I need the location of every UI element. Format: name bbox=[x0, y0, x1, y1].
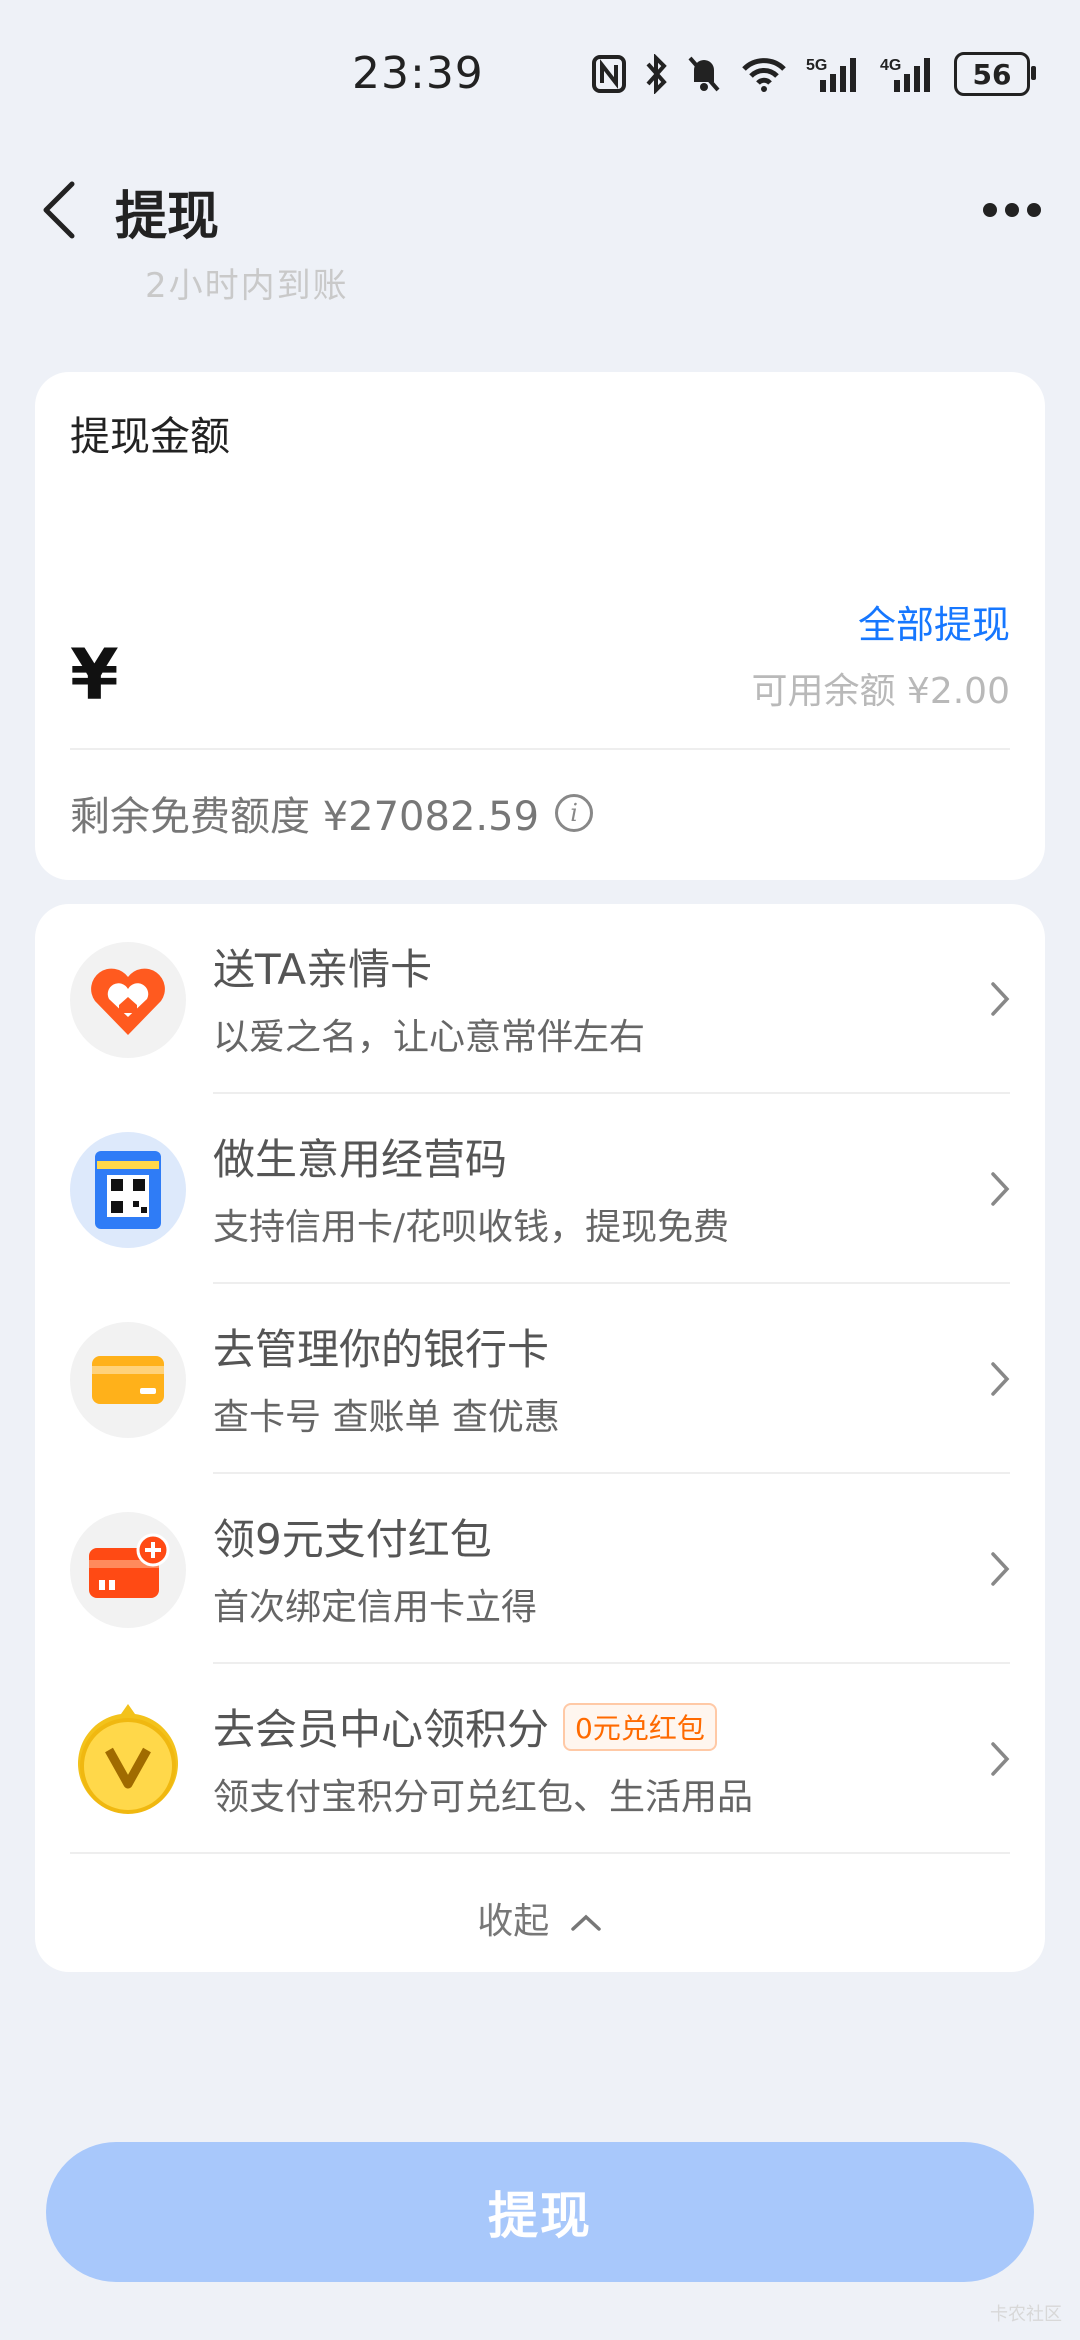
svg-text:4G: 4G bbox=[880, 57, 901, 74]
amount-input[interactable]: ¥ bbox=[70, 634, 119, 716]
amount-divider bbox=[70, 748, 1010, 750]
chevron-right-icon bbox=[985, 1736, 1015, 1782]
nfc-icon bbox=[592, 52, 626, 96]
wifi-icon bbox=[740, 52, 788, 96]
signal-4g-icon: 4G bbox=[880, 52, 936, 96]
item-subtitle: 查卡号 查账单 查优惠 bbox=[213, 1397, 560, 1438]
chevron-right-icon bbox=[985, 1166, 1015, 1212]
arrival-time-hint: 2小时内到账 bbox=[145, 266, 349, 306]
qr-code-icon bbox=[70, 1132, 186, 1248]
list-item-business-code[interactable]: 做生意用经营码 支持信用卡/花呗收钱，提现免费 bbox=[35, 1094, 1045, 1284]
svg-text:5G: 5G bbox=[806, 57, 827, 74]
free-quota-row: 剩余免费额度 ¥27082.59 i bbox=[70, 784, 594, 842]
info-icon[interactable]: i bbox=[555, 794, 594, 832]
bank-card-icon bbox=[70, 1322, 186, 1438]
item-title: 去会员中心领积分 0元兑红包 bbox=[213, 1696, 717, 1757]
list-item-red-packet[interactable]: 领9元支付红包 首次绑定信用卡立得 bbox=[35, 1474, 1045, 1664]
watermark: 卡农社区 bbox=[990, 2304, 1062, 2325]
list-item-bank-card[interactable]: 去管理你的银行卡 查卡号 查账单 查优惠 bbox=[35, 1284, 1045, 1474]
collapse-label: 收起 bbox=[477, 1901, 550, 1942]
status-icons: 5G 4G 56 bbox=[592, 52, 1036, 96]
list-item-member-points[interactable]: 去会员中心领积分 0元兑红包 领支付宝积分可兑红包、生活用品 bbox=[35, 1664, 1045, 1854]
chevron-up-icon bbox=[561, 1901, 603, 1942]
item-title: 做生意用经营码 bbox=[213, 1135, 508, 1184]
back-arrow-icon[interactable] bbox=[36, 180, 86, 240]
withdraw-submit-button[interactable]: 提现 bbox=[46, 2142, 1034, 2282]
status-bar: 23:39 5G 4G 56 bbox=[0, 0, 1080, 150]
more-options-icon[interactable] bbox=[982, 190, 1042, 230]
item-subtitle: 领支付宝积分可兑红包、生活用品 bbox=[213, 1777, 754, 1818]
free-quota-text: 剩余免费额度 ¥27082.59 bbox=[70, 794, 540, 840]
mute-bell-icon bbox=[686, 52, 722, 96]
list-item-family-card[interactable]: 送TA亲情卡 以爱之名，让心意常伴左右 bbox=[35, 904, 1045, 1094]
status-time: 23:39 bbox=[352, 48, 484, 99]
withdraw-all-link[interactable]: 全部提现 bbox=[858, 594, 1010, 649]
chevron-right-icon bbox=[985, 976, 1015, 1022]
bluetooth-icon bbox=[644, 52, 668, 96]
signal-5g-icon: 5G bbox=[806, 52, 862, 96]
item-subtitle: 以爱之名，让心意常伴左右 bbox=[213, 1017, 646, 1058]
list-divider bbox=[70, 1852, 1010, 1854]
heart-home-icon bbox=[70, 942, 186, 1058]
services-card: 送TA亲情卡 以爱之名，让心意常伴左右 做生意用经营码 支持信用卡/花呗收钱，提… bbox=[35, 904, 1045, 1972]
page-title: 提现 bbox=[115, 187, 220, 247]
chevron-right-icon bbox=[985, 1546, 1015, 1592]
chevron-right-icon bbox=[985, 1356, 1015, 1402]
amount-card: 提现金额 全部提现 ¥ 可用余额 ¥2.00 剩余免费额度 ¥27082.59 … bbox=[35, 372, 1045, 880]
member-v-icon bbox=[70, 1702, 186, 1818]
credit-card-plus-icon bbox=[70, 1512, 186, 1628]
item-subtitle: 首次绑定信用卡立得 bbox=[213, 1587, 538, 1628]
battery-indicator: 56 bbox=[954, 52, 1036, 96]
collapse-toggle[interactable]: 收起 bbox=[35, 1892, 1045, 1944]
amount-label: 提现金额 bbox=[70, 414, 230, 460]
app-header: 提现 bbox=[0, 150, 1080, 270]
available-balance: 可用余额 ¥2.00 bbox=[751, 671, 1010, 712]
promo-badge: 0元兑红包 bbox=[563, 1702, 717, 1751]
item-subtitle: 支持信用卡/花呗收钱，提现免费 bbox=[213, 1207, 730, 1248]
item-title: 去管理你的银行卡 bbox=[213, 1325, 550, 1374]
item-title: 送TA亲情卡 bbox=[213, 945, 433, 994]
item-title: 领9元支付红包 bbox=[213, 1515, 492, 1564]
